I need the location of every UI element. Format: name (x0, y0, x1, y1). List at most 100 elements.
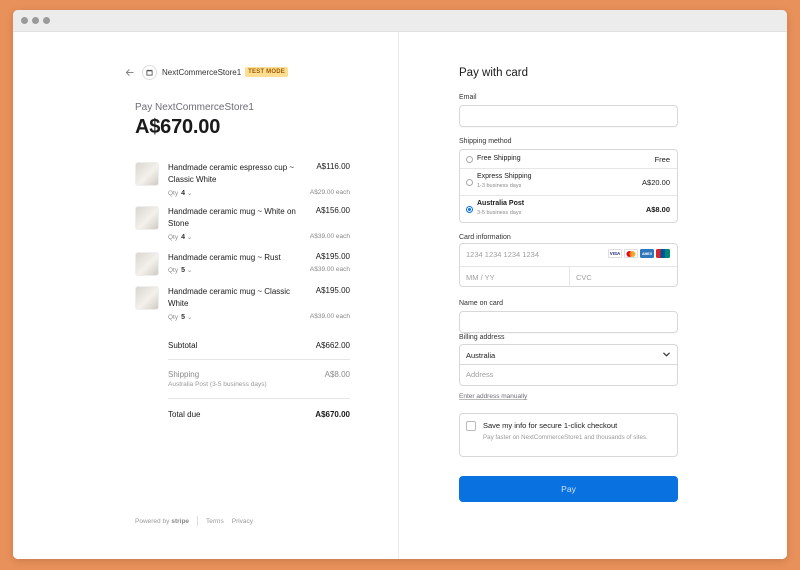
shipping-label: Shipping (168, 370, 200, 379)
shipping-option-express[interactable]: Express Shipping 1-3 business days A$20.… (460, 169, 677, 195)
window-maximize-dot[interactable] (43, 17, 50, 24)
back-arrow-icon[interactable] (122, 65, 136, 79)
radio-button[interactable] (466, 178, 473, 186)
shipping-option-sub: 3-5 business days (477, 210, 522, 216)
shipping-method-group: Free Shipping Free Express Shipping 1-3 … (459, 149, 678, 223)
store-icon (142, 64, 157, 80)
card-information-label: Card information (459, 234, 511, 241)
line-item: Handmade ceramic mug ~ Classic White A$1… (135, 286, 350, 322)
product-thumbnail (135, 286, 159, 310)
mastercard-icon (624, 249, 638, 258)
email-field[interactable] (459, 105, 678, 127)
radio-button-selected[interactable] (466, 205, 473, 213)
merchant-header: NextCommerceStore1 TEST MODE (122, 62, 288, 82)
total-label: Total due (168, 410, 201, 419)
amex-icon: AMEX (640, 249, 654, 258)
item-price: A$116.00 (316, 162, 350, 171)
product-thumbnail (135, 252, 159, 276)
qty-selector[interactable]: Qty 5 ⌄ (168, 313, 192, 321)
pay-merchant-label: Pay NextCommerceStore1 (135, 102, 254, 113)
total-amount: A$670.00 (135, 116, 221, 138)
window-close-dot[interactable] (21, 17, 28, 24)
shipping-detail: Australia Post (3-5 business days) (168, 381, 267, 388)
shipping-value: A$8.00 (324, 370, 350, 379)
address-placeholder: Address (466, 370, 494, 379)
item-name: Handmade ceramic espresso cup ~ Classic … (168, 163, 295, 184)
name-on-card-field[interactable] (459, 311, 678, 333)
total-value: A$670.00 (315, 410, 350, 419)
save-info-description: Pay faster on NextCommerceStore1 and tho… (483, 434, 648, 441)
shipping-option-sub: 1-3 business days (477, 183, 522, 189)
country-select[interactable]: Australia (459, 344, 678, 365)
shipping-method-label: Shipping method (459, 138, 512, 145)
card-number-field[interactable]: 1234 1234 1234 1234 (466, 250, 539, 259)
visa-icon: VISA (608, 249, 622, 258)
chevron-down-icon: ⌄ (186, 190, 193, 197)
billing-address-label: Billing address (459, 334, 505, 341)
payment-form-panel: Pay with card Email Shipping method Free… (399, 32, 787, 559)
terms-link[interactable]: Terms (206, 518, 224, 525)
shipping-option-australia-post[interactable]: Australia Post 3-5 business days A$8.00 (460, 196, 677, 222)
qty-selector[interactable]: Qty 5 ⌄ (168, 266, 192, 274)
pay-button[interactable]: Pay (459, 476, 678, 502)
item-name: Handmade ceramic mug ~ White on Stone (168, 207, 296, 228)
unit-price: A$39.00 each (309, 313, 350, 320)
subtotal-value: A$662.00 (315, 341, 350, 350)
shipping-option-price: Free (654, 155, 670, 164)
divider (569, 266, 570, 287)
chevron-down-icon: ⌄ (186, 314, 193, 321)
save-info-box: Save my info for secure 1-click checkout… (459, 413, 678, 457)
line-item: Handmade ceramic mug ~ White on Stone A$… (135, 206, 350, 242)
save-info-checkbox[interactable] (466, 421, 476, 431)
item-price: A$195.00 (315, 252, 350, 261)
shipping-option-price: A$8.00 (645, 205, 670, 214)
shipping-option-name: Free Shipping (477, 155, 521, 162)
shipping-option-name: Australia Post (477, 200, 525, 207)
qty-selector[interactable]: Qty 4 ⌄ (168, 189, 192, 197)
country-value: Australia (466, 351, 496, 360)
address-field[interactable]: Address (459, 364, 678, 386)
radio-button[interactable] (466, 155, 473, 163)
chevron-down-icon (663, 352, 670, 357)
save-info-title: Save my info for secure 1-click checkout (483, 421, 618, 430)
product-thumbnail (135, 162, 159, 186)
chevron-down-icon: ⌄ (186, 267, 193, 274)
shipping-option-name: Express Shipping (477, 173, 532, 180)
item-price: A$195.00 (315, 286, 350, 295)
order-summary-panel: NextCommerceStore1 TEST MODE Pay NextCom… (13, 32, 399, 559)
product-thumbnail (135, 206, 159, 230)
shipping-option-price: A$20.00 (642, 178, 670, 187)
line-item: Handmade ceramic mug ~ Rust A$195.00 Qty… (135, 252, 350, 276)
expiry-field[interactable]: MM / YY (466, 273, 495, 282)
cvc-field[interactable]: CVC (576, 273, 592, 282)
unit-price: A$39.00 each (309, 233, 350, 240)
shipping-row: Shipping A$8.00 (168, 370, 350, 379)
unionpay-icon (656, 249, 670, 258)
card-information-group: 1234 1234 1234 1234 VISA AMEX MM / YY CV… (459, 243, 678, 287)
item-price: A$156.00 (315, 206, 350, 215)
stripe-logo[interactable]: stripe (171, 518, 189, 525)
subtotal-row: Subtotal A$662.00 (168, 341, 350, 350)
qty-selector[interactable]: Qty 4 ⌄ (168, 233, 192, 241)
divider (168, 359, 350, 360)
chevron-down-icon: ⌄ (186, 234, 193, 241)
line-item: Handmade ceramic espresso cup ~ Classic … (135, 162, 350, 198)
total-row: Total due A$670.00 (168, 410, 350, 419)
privacy-link[interactable]: Privacy (232, 518, 253, 525)
enter-address-manually-link[interactable]: Enter address manually (459, 393, 527, 400)
test-mode-badge: TEST MODE (245, 67, 288, 77)
divider (168, 398, 350, 399)
footer-separator (197, 516, 199, 526)
subtotal-label: Subtotal (168, 341, 198, 350)
powered-by-label: Powered by (135, 517, 170, 525)
window-minimize-dot[interactable] (32, 17, 39, 24)
unit-price: A$29.00 each (309, 189, 350, 196)
footer: Powered by stripe Terms Privacy (135, 516, 261, 526)
unit-price: A$39.00 each (309, 266, 350, 273)
shipping-option-free[interactable]: Free Shipping Free (460, 150, 677, 168)
store-name: NextCommerceStore1 (162, 67, 242, 77)
email-label: Email (459, 94, 477, 101)
item-name: Handmade ceramic mug ~ Classic White (168, 287, 291, 308)
item-name: Handmade ceramic mug ~ Rust (168, 253, 281, 262)
browser-window: NextCommerceStore1 TEST MODE Pay NextCom… (13, 10, 787, 559)
